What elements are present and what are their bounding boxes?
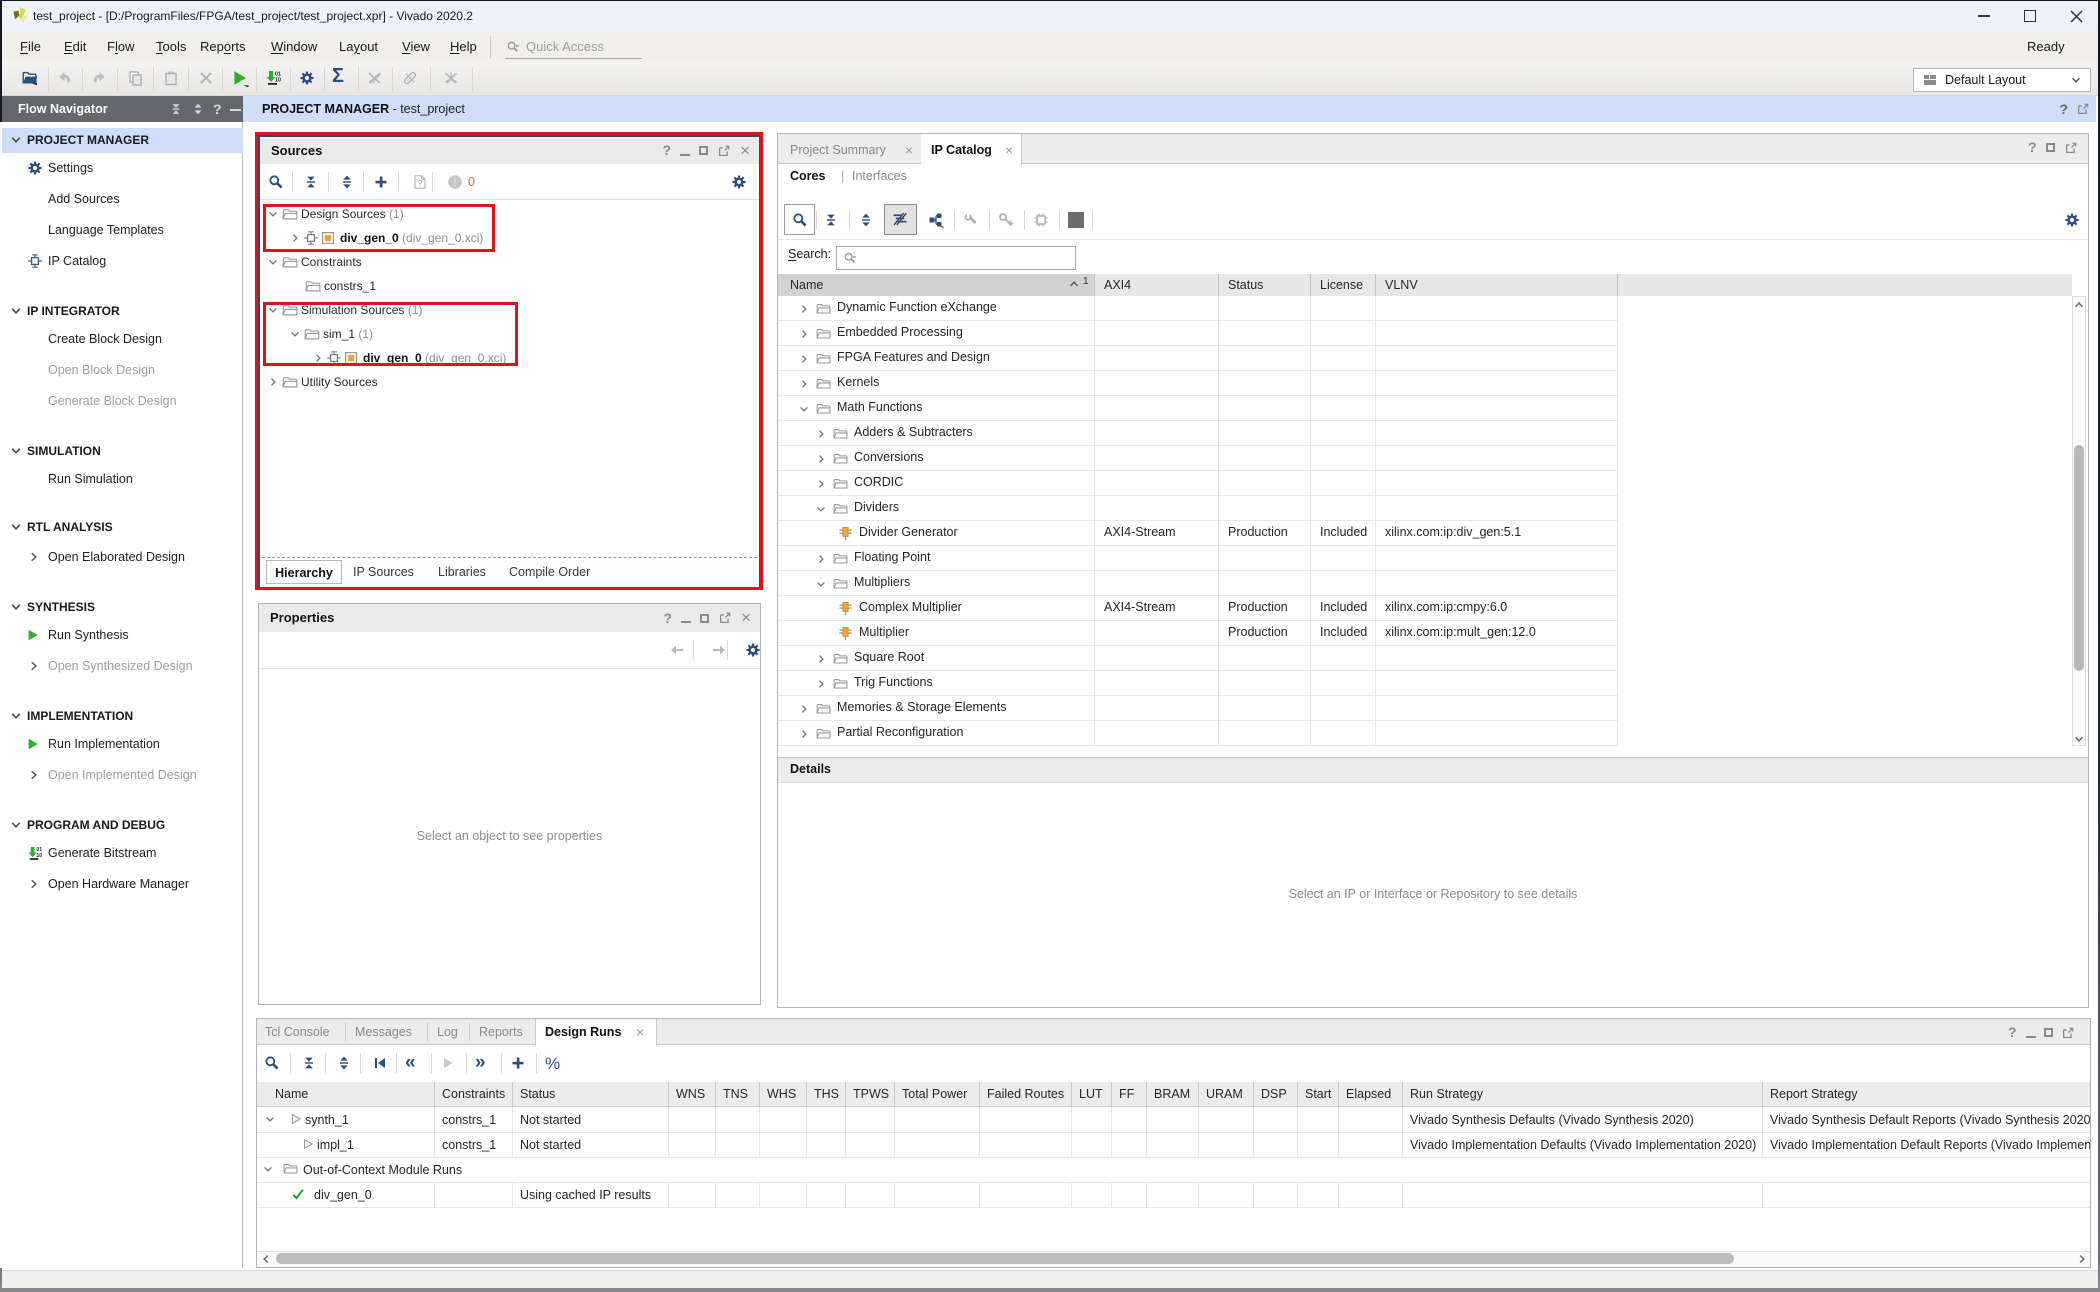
svg-text:10: 10 xyxy=(36,853,42,859)
svg-text:10: 10 xyxy=(275,78,281,84)
